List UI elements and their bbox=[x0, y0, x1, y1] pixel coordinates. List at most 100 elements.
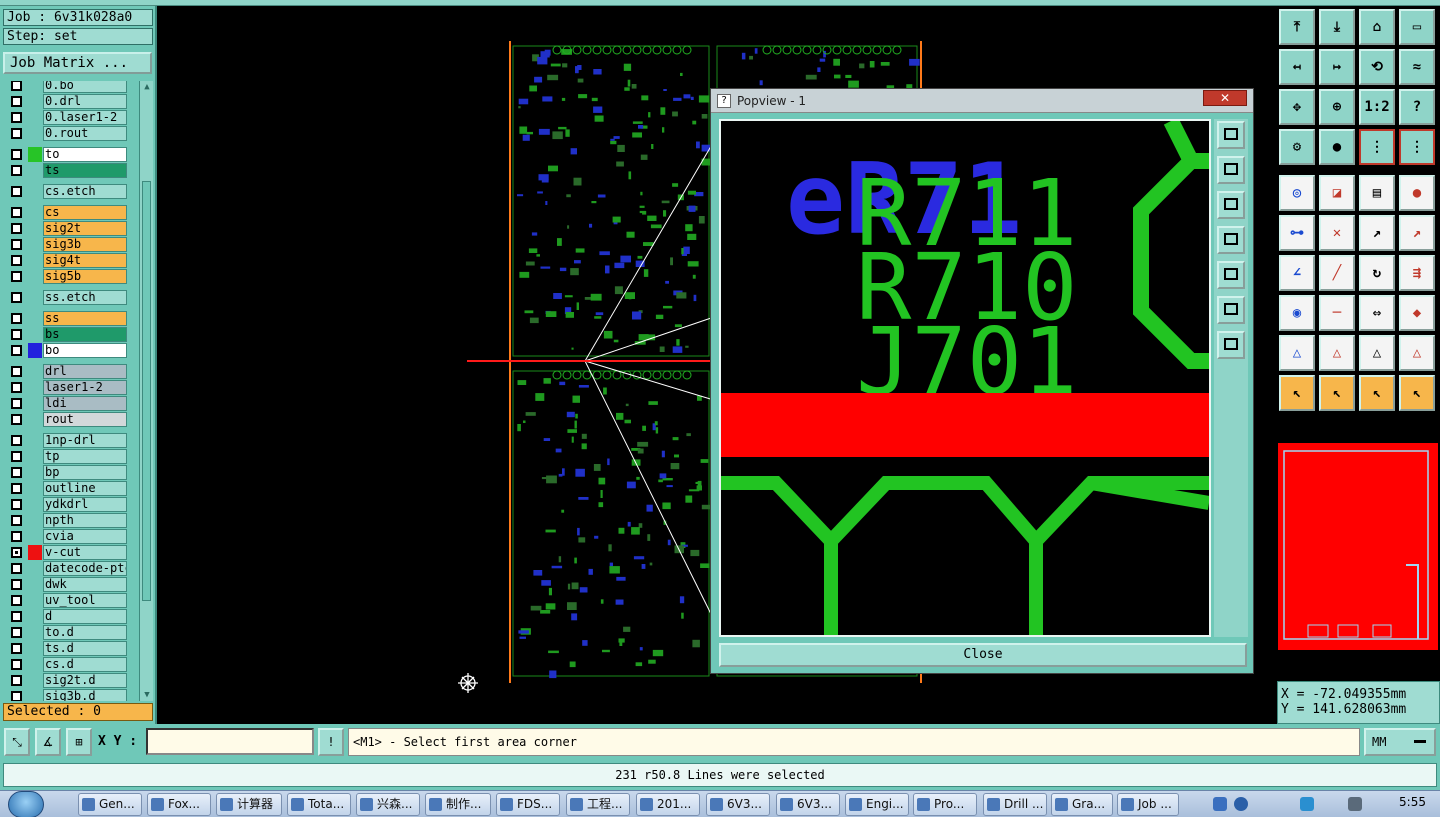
layer-row[interactable]: laser1-2 bbox=[5, 380, 127, 395]
popview-zoom-view[interactable]: eR71 R711 R710 J701 bbox=[719, 119, 1211, 637]
taskbar-item[interactable]: Job ... bbox=[1117, 793, 1179, 816]
layer-name[interactable]: npth bbox=[43, 513, 127, 528]
resize-tool-button[interactable]: ⇔ bbox=[1359, 295, 1395, 331]
layer-name[interactable]: sig4t bbox=[43, 253, 127, 268]
layer-checkbox[interactable] bbox=[11, 255, 22, 266]
layer-row[interactable]: 0.rout bbox=[5, 126, 127, 141]
layer-row[interactable]: sig2t.d bbox=[5, 673, 127, 688]
undo-tool-button[interactable]: ↤ bbox=[1279, 49, 1315, 85]
layer-name[interactable]: bp bbox=[43, 465, 127, 480]
taskbar-item[interactable]: 6V3... bbox=[706, 793, 770, 816]
layer-row[interactable]: 0.laser1-2 bbox=[5, 110, 127, 125]
layer-row[interactable]: bo bbox=[5, 343, 127, 358]
taskbar-item[interactable]: 201... bbox=[636, 793, 700, 816]
layer-name[interactable]: uv_tool bbox=[43, 593, 127, 608]
layer-checkbox[interactable] bbox=[11, 186, 22, 197]
pin-tool-button[interactable]: ● bbox=[1319, 129, 1355, 165]
layer-checkbox[interactable] bbox=[11, 366, 22, 377]
layer-row[interactable]: npth bbox=[5, 513, 127, 528]
layer-checkbox[interactable] bbox=[11, 207, 22, 218]
layer-checkbox[interactable] bbox=[11, 149, 22, 160]
move-point-tool-button[interactable]: ↗ bbox=[1359, 215, 1395, 251]
layer-checkbox[interactable] bbox=[11, 81, 22, 91]
layer-scrollbar[interactable]: ▲ ▼ bbox=[139, 81, 153, 701]
layer-checkbox[interactable] bbox=[11, 531, 22, 542]
grid-mode-icon[interactable]: ⊞ bbox=[66, 728, 92, 756]
triangle-b-tool-button[interactable]: △ bbox=[1359, 335, 1395, 371]
layer-name[interactable]: 0.bo bbox=[43, 81, 127, 93]
redo-tool-button[interactable]: ↦ bbox=[1319, 49, 1355, 85]
pop-copy-button[interactable] bbox=[1217, 121, 1245, 149]
layer-checkbox[interactable] bbox=[11, 112, 22, 123]
layer-row[interactable]: sig5b bbox=[5, 269, 127, 284]
home-tool-button[interactable]: ⤒ bbox=[1279, 9, 1315, 45]
layer-row[interactable]: ss.etch bbox=[5, 290, 127, 305]
job-matrix-button[interactable]: Job Matrix ... bbox=[3, 52, 152, 74]
tray-browser-icon[interactable] bbox=[1300, 797, 1314, 811]
alert-icon[interactable]: ! bbox=[318, 728, 344, 756]
layer-name[interactable]: bo bbox=[43, 343, 127, 358]
start-button[interactable] bbox=[8, 791, 44, 817]
layer-name[interactable]: ts.d bbox=[43, 641, 127, 656]
layer-checkbox[interactable] bbox=[11, 382, 22, 393]
pop-fit-button[interactable] bbox=[1217, 296, 1245, 324]
select-net-tool-button[interactable]: ↖ bbox=[1399, 375, 1435, 411]
layer-row[interactable]: sig3b.d bbox=[5, 689, 127, 701]
layer-name[interactable]: tp bbox=[43, 449, 127, 464]
layers-tool-button[interactable]: ⋮ bbox=[1359, 129, 1395, 165]
layer-row[interactable]: uv_tool bbox=[5, 593, 127, 608]
layer-name[interactable]: cvia bbox=[43, 529, 127, 544]
split-tool-button[interactable]: ⇶ bbox=[1399, 255, 1435, 291]
help-tool-button[interactable]: ? bbox=[1399, 89, 1435, 125]
scroll-thumb[interactable] bbox=[142, 181, 151, 601]
layer-name[interactable]: cs bbox=[43, 205, 127, 220]
taskbar-item[interactable]: 工程... bbox=[566, 793, 630, 816]
layer-row[interactable]: 0.drl bbox=[5, 94, 127, 109]
layer-checkbox[interactable] bbox=[11, 547, 22, 558]
loop-tool-button[interactable]: ⟲ bbox=[1359, 49, 1395, 85]
angle-tool-button[interactable]: ∠ bbox=[1279, 255, 1315, 291]
layer-name[interactable]: sig3b.d bbox=[43, 689, 127, 701]
layer-checkbox[interactable] bbox=[11, 611, 22, 622]
tool-settings-tool-button[interactable]: ⚙ bbox=[1279, 129, 1315, 165]
taskbar-item[interactable]: Drill ... bbox=[983, 793, 1047, 816]
select-tool-button[interactable]: ↖ bbox=[1279, 375, 1315, 411]
tray-help-icon[interactable] bbox=[1234, 797, 1248, 811]
layer-row[interactable]: bp bbox=[5, 465, 127, 480]
zoom-fit-tool-button[interactable]: ✥ bbox=[1279, 89, 1315, 125]
house-tool-button[interactable]: ⌂ bbox=[1359, 9, 1395, 45]
layer-row[interactable]: datecode-ptc bbox=[5, 561, 127, 576]
popview-close-button[interactable]: Close bbox=[719, 643, 1247, 667]
taskbar-item[interactable]: Tota... bbox=[287, 793, 351, 816]
layer-row[interactable]: cs.d bbox=[5, 657, 127, 672]
layer-checkbox[interactable] bbox=[11, 675, 22, 686]
snap-mode-icon[interactable]: ⤡ bbox=[4, 728, 30, 756]
triangle-a-tool-button[interactable]: △ bbox=[1319, 335, 1355, 371]
layer-row[interactable]: tp bbox=[5, 449, 127, 464]
tray-network-icon[interactable] bbox=[1213, 797, 1227, 811]
window-tool-button[interactable]: ▭ bbox=[1399, 9, 1435, 45]
layer-name[interactable]: 0.laser1-2 bbox=[43, 110, 127, 125]
layer-checkbox[interactable] bbox=[11, 563, 22, 574]
layer-checkbox[interactable] bbox=[11, 414, 22, 425]
layer-checkbox[interactable] bbox=[11, 691, 22, 701]
layer-name[interactable]: drl bbox=[43, 364, 127, 379]
layer-checkbox[interactable] bbox=[11, 627, 22, 638]
layer-name[interactable]: ldi bbox=[43, 396, 127, 411]
taskbar-item[interactable]: Pro... bbox=[913, 793, 977, 816]
layer-name[interactable]: to bbox=[43, 147, 127, 162]
layer-name[interactable]: sig5b bbox=[43, 269, 127, 284]
layer-checkbox[interactable] bbox=[11, 398, 22, 409]
layer-row[interactable]: sig4t bbox=[5, 253, 127, 268]
layer-row[interactable]: ydkdrl bbox=[5, 497, 127, 512]
layer-row[interactable]: cvia bbox=[5, 529, 127, 544]
taskbar-item[interactable]: Gen... bbox=[78, 793, 142, 816]
layer-checkbox[interactable] bbox=[11, 292, 22, 303]
wave-tool-button[interactable]: ≈ bbox=[1399, 49, 1435, 85]
measure-mode-icon[interactable]: ∡ bbox=[35, 728, 61, 756]
layer-row[interactable]: d bbox=[5, 609, 127, 624]
pad-tool-button[interactable]: ◎ bbox=[1279, 175, 1315, 211]
node-tool-button[interactable]: ◉ bbox=[1279, 295, 1315, 331]
layer-row[interactable]: ss bbox=[5, 311, 127, 326]
layer-row[interactable]: rout bbox=[5, 412, 127, 427]
